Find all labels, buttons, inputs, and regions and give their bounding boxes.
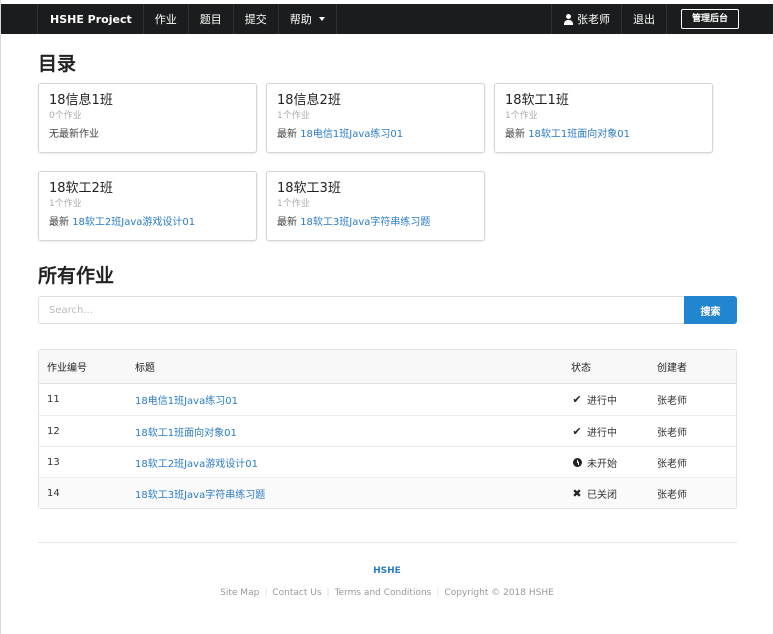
card-latest-link[interactable]: 18电信1班Java练习01 <box>300 129 403 140</box>
search-input[interactable] <box>38 296 684 324</box>
assignments-heading: 所有作业 <box>38 265 115 287</box>
row-id: 11 <box>47 394 60 405</box>
footer-separator: | <box>264 588 268 598</box>
brand-link[interactable]: HSHE Project <box>37 4 144 34</box>
catalog-heading: 目录 <box>38 53 77 75</box>
card-title[interactable]: 18信息1班 <box>49 92 246 109</box>
col-header-id: 作业编号 <box>39 350 127 384</box>
card-count: 1个作业 <box>277 111 310 121</box>
row-status: 未开始 <box>563 446 649 477</box>
chevron-down-icon <box>318 17 325 21</box>
user-icon <box>563 13 574 25</box>
logout-link[interactable]: 退出 <box>620 4 666 34</box>
row-title-link[interactable]: 18软工2班Java游戏设计01 <box>135 459 258 470</box>
top-navbar: HSHE Project 作业 题目 提交 帮助 张老师 退出 管理后台 <box>1 4 773 34</box>
row-title-cell: 18电信1班Java练习01 <box>127 384 563 415</box>
row-id: 14 <box>39 477 127 508</box>
card-latest: 最新 18软工3班Java字符串练习题 <box>277 216 474 229</box>
card-latest-prefix: 最新 <box>49 217 69 228</box>
footer-divider <box>38 542 737 543</box>
class-card[interactable]: 18信息1班 0个作业 无最新作业 <box>38 83 257 153</box>
class-card[interactable]: 18软工3班 1个作业 最新 18软工3班Java字符串练习题 <box>266 171 485 241</box>
col-header-creator: 创建者 <box>649 350 736 384</box>
nav-item-help-label: 帮助 <box>289 13 312 26</box>
card-title[interactable]: 18软工1班 <box>505 92 702 109</box>
card-latest: 最新 18电信1班Java练习01 <box>277 128 474 141</box>
nav-item-assignments[interactable]: 作业 <box>144 4 189 34</box>
search-bar: 搜索 <box>38 296 737 324</box>
nav-item-submissions[interactable]: 提交 <box>234 4 279 34</box>
row-status-label: 进行中 <box>587 396 617 407</box>
card-count: 1个作业 <box>505 111 538 121</box>
footer-links: Site Map | Contact Us | Terms and Conditions… <box>0 588 774 598</box>
class-card[interactable]: 18软工1班 1个作业 最新 18软工1班面向对象01 <box>494 83 713 153</box>
admin-wrap: 管理后台 <box>665 4 745 34</box>
check-icon: ✔ <box>572 393 582 406</box>
footer-copyright: Copyright © 2018 HSHE <box>444 588 554 598</box>
row-status-label: 进行中 <box>587 427 617 439</box>
row-creator: 张老师 <box>657 396 687 407</box>
clock-icon <box>573 457 582 467</box>
nav-right: 张老师 退出 管理后台 <box>550 4 745 34</box>
class-card[interactable]: 18软工2班 1个作业 最新 18软工2班Java游戏设计01 <box>38 171 257 241</box>
card-count: 1个作业 <box>277 199 310 209</box>
row-title-link[interactable]: 18软工3班Java字符串练习题 <box>135 490 265 501</box>
card-title[interactable]: 18软工2班 <box>49 180 246 197</box>
row-title-cell: 18软工3班Java字符串练习题 <box>127 477 563 508</box>
close-icon: ✖ <box>572 486 582 500</box>
card-latest: 最新 18软工1班面向对象01 <box>505 128 702 141</box>
nav-left: HSHE Project 作业 题目 提交 帮助 <box>37 4 337 34</box>
row-id: 13 <box>39 446 127 477</box>
row-status-label: 已关闭 <box>587 489 617 501</box>
footer-link-terms[interactable]: Terms and Conditions <box>335 588 432 598</box>
card-latest-link[interactable]: 18软工1班面向对象01 <box>528 129 630 140</box>
user-menu[interactable]: 张老师 <box>550 4 621 34</box>
user-name: 张老师 <box>576 13 610 26</box>
row-status: ✔ 进行中 <box>563 415 649 446</box>
row-status: ✔ 进行中 <box>563 384 649 415</box>
row-status-label: 未开始 <box>587 458 617 470</box>
check-icon: ✔ <box>572 424 582 438</box>
row-status: ✖ 已关闭 <box>563 477 649 508</box>
row-creator: 张老师 <box>649 446 736 477</box>
row-title-cell: 18软工2班Java游戏设计01 <box>127 446 563 477</box>
row-creator: 张老师 <box>649 477 736 508</box>
card-latest: 无最新作业 <box>49 128 246 141</box>
footer-link-sitemap[interactable]: Site Map <box>220 588 259 598</box>
card-latest-link[interactable]: 18软工2班Java游戏设计01 <box>72 217 195 228</box>
row-title-link[interactable]: 18软工1班面向对象01 <box>135 428 237 439</box>
footer-separator: | <box>326 588 330 598</box>
card-title[interactable]: 18软工3班 <box>277 180 474 197</box>
row-title-cell: 18软工1班面向对象01 <box>127 415 563 446</box>
col-header-status: 状态 <box>563 350 649 384</box>
card-latest-prefix: 无最新作业 <box>49 129 99 140</box>
footer-brand: HSHE <box>373 566 401 576</box>
card-latest: 最新 18软工2班Java游戏设计01 <box>49 216 246 229</box>
card-latest-prefix: 最新 <box>277 217 297 228</box>
assignments-table: 作业编号 标题 状态 创建者 11 18电信1班Java练习01 ✔ 进行中 张老… <box>38 349 737 509</box>
card-title[interactable]: 18信息2班 <box>277 92 474 109</box>
class-card[interactable]: 18信息2班 1个作业 最新 18电信1班Java练习01 <box>266 83 485 153</box>
nav-item-problems[interactable]: 题目 <box>189 4 234 34</box>
card-latest-prefix: 最新 <box>277 129 297 140</box>
row-creator: 张老师 <box>649 415 736 446</box>
table-row: 13 18软工2班Java游戏设计01 未开始 张老师 <box>39 446 736 477</box>
card-latest-prefix: 最新 <box>505 129 525 140</box>
admin-button[interactable]: 管理后台 <box>680 9 739 29</box>
table-row: 12 18软工1班面向对象01 ✔ 进行中 张老师 <box>39 415 736 446</box>
footer-link-contact[interactable]: Contact Us <box>272 588 321 598</box>
table-header-row: 作业编号 标题 状态 创建者 <box>39 350 736 384</box>
row-title-link[interactable]: 18电信1班Java练习01 <box>135 396 238 407</box>
footer-separator: | <box>436 588 440 598</box>
card-latest-link[interactable]: 18软工3班Java字符串练习题 <box>300 217 430 228</box>
col-header-title: 标题 <box>127 350 563 384</box>
table-row: 11 18电信1班Java练习01 ✔ 进行中 张老师 <box>39 384 736 415</box>
row-id: 12 <box>39 415 127 446</box>
table-row: 14 18软工3班Java字符串练习题 ✖ 已关闭 张老师 <box>39 477 736 508</box>
nav-item-help[interactable]: 帮助 <box>279 4 337 34</box>
card-count: 0个作业 <box>49 111 82 121</box>
card-count: 1个作业 <box>49 199 82 209</box>
search-button[interactable]: 搜索 <box>684 296 737 324</box>
